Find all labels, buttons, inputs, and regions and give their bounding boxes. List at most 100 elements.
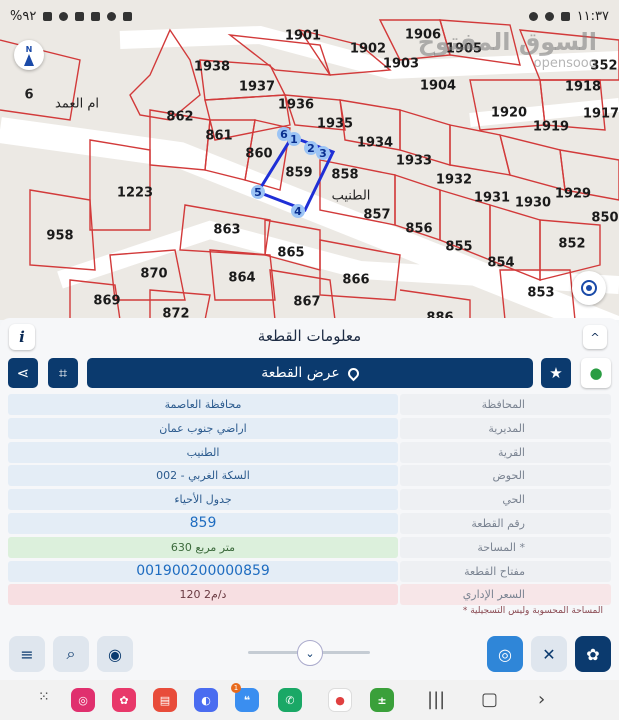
star-icon: ★ xyxy=(549,364,563,382)
parcel-number[interactable]: 1223 xyxy=(117,186,153,201)
wifi-icon xyxy=(59,11,69,21)
parcel-number[interactable]: 1938 xyxy=(194,60,230,75)
tools-button[interactable]: ✕ xyxy=(531,636,567,672)
parcel-number[interactable]: 856 xyxy=(405,222,432,237)
parcel-number[interactable]: 862 xyxy=(166,110,193,125)
parcel-number[interactable]: 1918 xyxy=(565,80,601,95)
parcel-number[interactable]: 852 xyxy=(558,237,585,252)
pin-icon xyxy=(345,365,361,381)
browser-app-icon[interactable]: ◐ xyxy=(194,688,218,712)
list-icon: ≡ xyxy=(20,644,34,664)
pin-mode-icon: ◎ xyxy=(498,644,512,664)
parcel-number[interactable]: 1929 xyxy=(555,187,591,202)
parcel-number[interactable]: 866 xyxy=(342,273,369,288)
place-label: 6 xyxy=(24,87,34,103)
parcel-number[interactable]: 1919 xyxy=(533,120,569,135)
parcel-number[interactable]: 1930 xyxy=(515,196,551,211)
row-key: المديرية xyxy=(400,417,611,439)
my-location-button[interactable] xyxy=(572,271,606,305)
parcel-number[interactable]: 1920 xyxy=(491,106,527,121)
clock: ١١:٣٧ xyxy=(576,8,609,24)
locate-icon xyxy=(581,280,597,296)
parcel-number[interactable]: 1932 xyxy=(436,173,472,188)
parcel-number[interactable]: 853 xyxy=(527,286,554,301)
expand-button[interactable]: ⌄ xyxy=(297,640,323,666)
phone-app-icon[interactable]: ✆ xyxy=(278,688,302,712)
frame-button[interactable]: ⌗ xyxy=(48,358,78,388)
row-value: اراضي جنوب عمان xyxy=(8,417,398,439)
bluetooth-icon xyxy=(75,11,85,21)
parcel-number[interactable]: 1902 xyxy=(350,42,386,57)
maps-app-icon[interactable]: ● xyxy=(328,688,352,712)
parcel-number[interactable]: 1937 xyxy=(239,80,275,95)
parcel-number[interactable]: 1933 xyxy=(396,154,432,169)
calculator-app-icon[interactable]: ± xyxy=(370,688,394,712)
parcel-number[interactable]: 855 xyxy=(445,240,472,255)
parcel-number[interactable]: 1935 xyxy=(317,117,353,132)
row-key: الحوض xyxy=(400,465,611,487)
pin-mode-button[interactable]: ◎ xyxy=(487,636,523,672)
recent-apps-icon[interactable]: ||| xyxy=(427,689,445,710)
vertex-marker[interactable]: 3 xyxy=(316,146,330,160)
parcel-number[interactable]: 854 xyxy=(487,256,514,271)
location-pin-button[interactable]: ◉ xyxy=(97,636,133,672)
parcel-number[interactable]: 1903 xyxy=(383,57,419,72)
row-key: رقم القطعة xyxy=(400,512,611,534)
view-parcel-button[interactable]: عرض القطعة xyxy=(87,358,533,388)
compass-icon[interactable]: N xyxy=(14,40,44,70)
vertex-marker[interactable]: 5 xyxy=(251,185,265,199)
home-icon[interactable]: ▢ xyxy=(481,689,498,710)
parcel-map[interactable]: 1901 1902 1906 1905 1903 1904 1938 1937 … xyxy=(0,0,619,320)
photo-icon xyxy=(560,11,570,21)
notification-icon xyxy=(528,11,538,21)
system-nav-bar: ⁙ ◎ ✿ ▤ ◐ ❝ ✆ ● ± ||| ▢ › xyxy=(0,680,619,720)
compass-label: N xyxy=(25,44,33,54)
layers-button[interactable]: ✿ xyxy=(575,636,611,672)
info-row-parcel-number: 859 رقم القطعة xyxy=(8,512,611,534)
parcel-number[interactable]: 850 xyxy=(591,211,618,226)
info-row-directorate: اراضي جنوب عمان المديرية xyxy=(8,417,611,439)
google-maps-button[interactable]: ● xyxy=(581,358,611,388)
parcel-number[interactable]: 865 xyxy=(277,246,304,261)
list-button[interactable]: ≡ xyxy=(9,636,45,672)
parcel-number[interactable]: 1934 xyxy=(357,136,393,151)
parcel-number[interactable]: 1931 xyxy=(474,191,510,206)
back-icon[interactable]: › xyxy=(538,689,545,710)
parcel-number[interactable]: 1904 xyxy=(420,79,456,94)
parcel-number[interactable]: 864 xyxy=(228,271,255,286)
parcel-number[interactable]: 958 xyxy=(46,229,73,244)
share-button[interactable]: ⋖ xyxy=(8,358,38,388)
parcel-number[interactable]: 863 xyxy=(213,223,240,238)
info-row-governorate: محافظة العاصمة المحافظة xyxy=(8,394,611,415)
north-arrow-icon xyxy=(24,53,34,66)
parcel-number[interactable]: 857 xyxy=(363,208,390,223)
battery-text: %٩٢ xyxy=(10,8,37,24)
parcel-number[interactable]: 861 xyxy=(205,129,232,144)
parcel-number[interactable]: 1917 xyxy=(583,107,619,122)
row-key: الحي xyxy=(400,489,611,511)
lock-icon xyxy=(123,11,133,21)
place-label: ام العمد xyxy=(55,96,99,112)
watermark-arabic: السوق المفتوح xyxy=(417,28,597,56)
parcel-number[interactable]: 1936 xyxy=(278,98,314,113)
parcel-number[interactable]: 870 xyxy=(140,267,167,282)
row-value: 630 متر مربع xyxy=(8,536,398,558)
search-button[interactable]: ⌕ xyxy=(53,636,89,672)
vertex-marker[interactable]: 6 xyxy=(277,127,291,141)
parcel-number[interactable]: 859 xyxy=(285,166,312,181)
parcel-number[interactable]: 869 xyxy=(93,294,120,309)
flower-app-icon[interactable]: ✿ xyxy=(112,688,136,712)
info-row-admin-price: 120 د/م2 السعر الإداري xyxy=(8,584,611,606)
instagram-app-icon[interactable]: ◎ xyxy=(71,688,95,712)
parcel-number[interactable]: 858 xyxy=(331,168,358,183)
row-key: السعر الإداري xyxy=(400,584,611,606)
collapse-button[interactable]: ^ xyxy=(583,325,607,349)
place-label: الطنيب xyxy=(331,188,371,204)
apps-grid-icon[interactable]: ⁙ xyxy=(38,689,50,705)
vertex-marker[interactable]: 4 xyxy=(291,204,305,218)
parcel-number[interactable]: 867 xyxy=(293,295,320,310)
notes-app-icon[interactable]: ▤ xyxy=(153,688,177,712)
row-value: 120 د/م2 xyxy=(8,584,398,606)
favorite-button[interactable]: ★ xyxy=(541,358,571,388)
parcel-number[interactable]: 860 xyxy=(245,147,272,162)
